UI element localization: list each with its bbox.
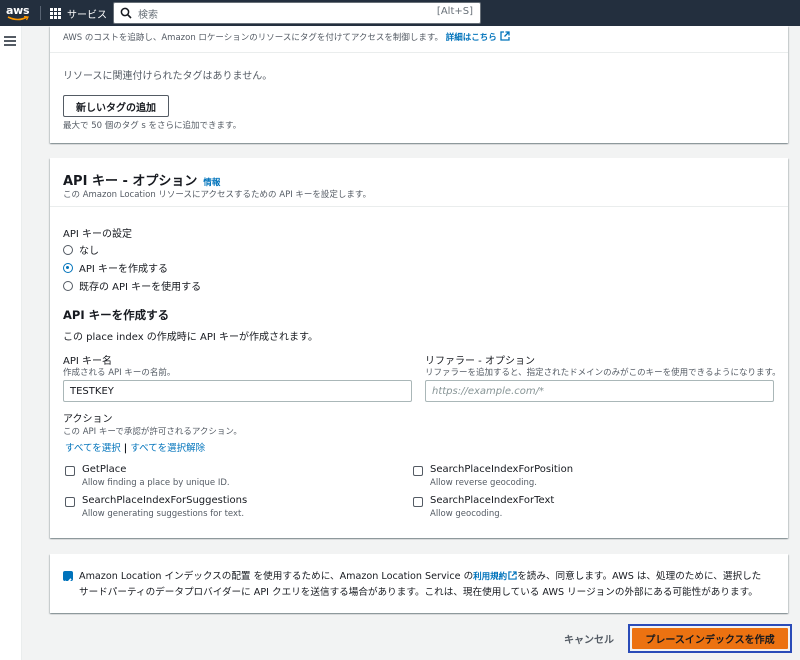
radio-circle — [63, 244, 73, 255]
divider — [50, 52, 788, 53]
agreement-checkbox[interactable] — [63, 571, 73, 585]
tags-panel: AWS のコストを追跡し、Amazon ロケーションのリソースにタグを付けてアク… — [50, 26, 788, 143]
api-key-title: API キー - オプション — [63, 174, 198, 189]
api-key-name-label: API キー名 — [63, 356, 112, 367]
radio-circle-selected — [63, 262, 73, 273]
deselect-all-link[interactable]: すべてを選択解除 — [130, 443, 205, 454]
menu-icon[interactable] — [4, 36, 16, 46]
action-name: SearchPlaceIndexForPosition — [430, 464, 574, 475]
api-key-setting-label: API キーの設定 — [63, 229, 132, 240]
action-desc: Allow geocoding. — [430, 509, 503, 519]
radio-label: 既存の API キーを使用する — [79, 282, 202, 293]
services-label: サービス — [67, 9, 107, 21]
api-key-name-hint: 作成される API キーの名前。 — [63, 368, 176, 378]
radio-none[interactable]: なし — [63, 242, 99, 257]
action-name: SearchPlaceIndexForText — [430, 495, 555, 506]
radio-existing-api-key[interactable]: 既存の API キーを使用する — [63, 278, 201, 293]
learn-more-link[interactable]: 詳細はこちら — [446, 31, 510, 43]
add-tag-button[interactable]: 新しいタグの追加 — [63, 95, 169, 117]
action-desc: Allow generating suggestions for text. — [82, 509, 245, 519]
checkbox-searchplaceindexfortext[interactable]: SearchPlaceIndexForText Allow geocoding. — [413, 495, 554, 519]
nav-divider — [40, 6, 41, 20]
checkbox-box — [413, 466, 423, 476]
checkbox-box — [65, 466, 75, 476]
radio-label: なし — [79, 246, 99, 257]
agreement-text: Amazon Location インデックスの配置 を使用するために、Amazo… — [79, 571, 762, 598]
create-api-key-description: この place index の作成時に API キーが作成されます。 — [63, 332, 318, 343]
search-placeholder: 検索 — [138, 10, 158, 21]
checkbox-box — [413, 497, 423, 507]
external-link-icon — [500, 31, 510, 41]
search-shortcut: [Alt+S] — [436, 6, 473, 17]
check-icon — [64, 578, 72, 585]
checkbox-searchplaceindexforsuggestions[interactable]: SearchPlaceIndexForSuggestions Allow gene… — [65, 495, 247, 519]
actions-label: アクション — [63, 414, 113, 425]
checkbox-getplace[interactable]: GetPlace Allow finding a place by unique … — [65, 464, 230, 488]
create-place-index-button[interactable]: プレースインデックスを作成 — [628, 624, 792, 653]
referrer-hint: リファラーを追加すると、指定されたドメインのみがこのキーを使用できるようになりま… — [425, 368, 781, 378]
sidebar — [0, 26, 22, 660]
search-icon — [120, 7, 132, 19]
top-navigation: aws サービス 検索 [Alt+S] — [0, 0, 800, 26]
aws-smile-icon — [7, 16, 29, 21]
checkbox-searchplaceindexforposition[interactable]: SearchPlaceIndexForPosition Allow reverse… — [413, 464, 573, 488]
tag-limit-text: 最大で 50 個のタグ s をさらに追加できます。 — [63, 121, 242, 131]
action-desc: Allow finding a place by unique ID. — [82, 478, 230, 488]
radio-create-api-key[interactable]: API キーを作成する — [63, 260, 168, 275]
external-link-icon — [508, 571, 517, 580]
api-key-panel: API キー - オプション 情報 この Amazon Location リソー… — [50, 158, 788, 538]
grid-icon — [50, 7, 61, 19]
radio-circle — [63, 280, 73, 291]
referrer-label: リファラー - オプション — [425, 356, 535, 367]
action-name: SearchPlaceIndexForSuggestions — [82, 495, 248, 506]
cancel-button[interactable]: キャンセル — [564, 631, 614, 646]
select-all-link[interactable]: すべてを選択 — [65, 443, 121, 454]
info-link[interactable]: 情報 — [203, 176, 220, 188]
link-separator: | — [123, 443, 128, 454]
actions-hint: この API キーで承認が許可されるアクション。 — [63, 427, 242, 437]
no-tags-text: リソースに関連付けられたタグはありません。 — [63, 71, 273, 82]
checkbox-box — [65, 497, 75, 507]
agreement-panel: Amazon Location インデックスの配置 を使用するために、Amazo… — [50, 554, 788, 613]
action-name: GetPlace — [82, 464, 127, 475]
radio-label: API キーを作成する — [79, 264, 168, 275]
referrer-input[interactable]: https://example.com/* — [425, 380, 774, 402]
create-api-key-title: API キーを作成する — [63, 308, 170, 322]
action-desc: Allow reverse geocoding. — [430, 478, 537, 488]
services-menu[interactable]: サービス — [50, 0, 107, 26]
api-key-name-input[interactable]: TESTKEY — [63, 380, 412, 402]
api-key-description: この Amazon Location リソースにアクセスするための API キー… — [63, 190, 372, 200]
terms-link[interactable]: 利用規約 — [473, 571, 517, 582]
divider — [50, 206, 788, 207]
tags-description: AWS のコストを追跡し、Amazon ロケーションのリソースにタグを付けてアク… — [63, 31, 510, 43]
create-button-label: プレースインデックスを作成 — [632, 628, 788, 649]
search-input[interactable]: 検索 [Alt+S] — [113, 2, 481, 24]
aws-logo[interactable]: aws — [6, 2, 32, 24]
